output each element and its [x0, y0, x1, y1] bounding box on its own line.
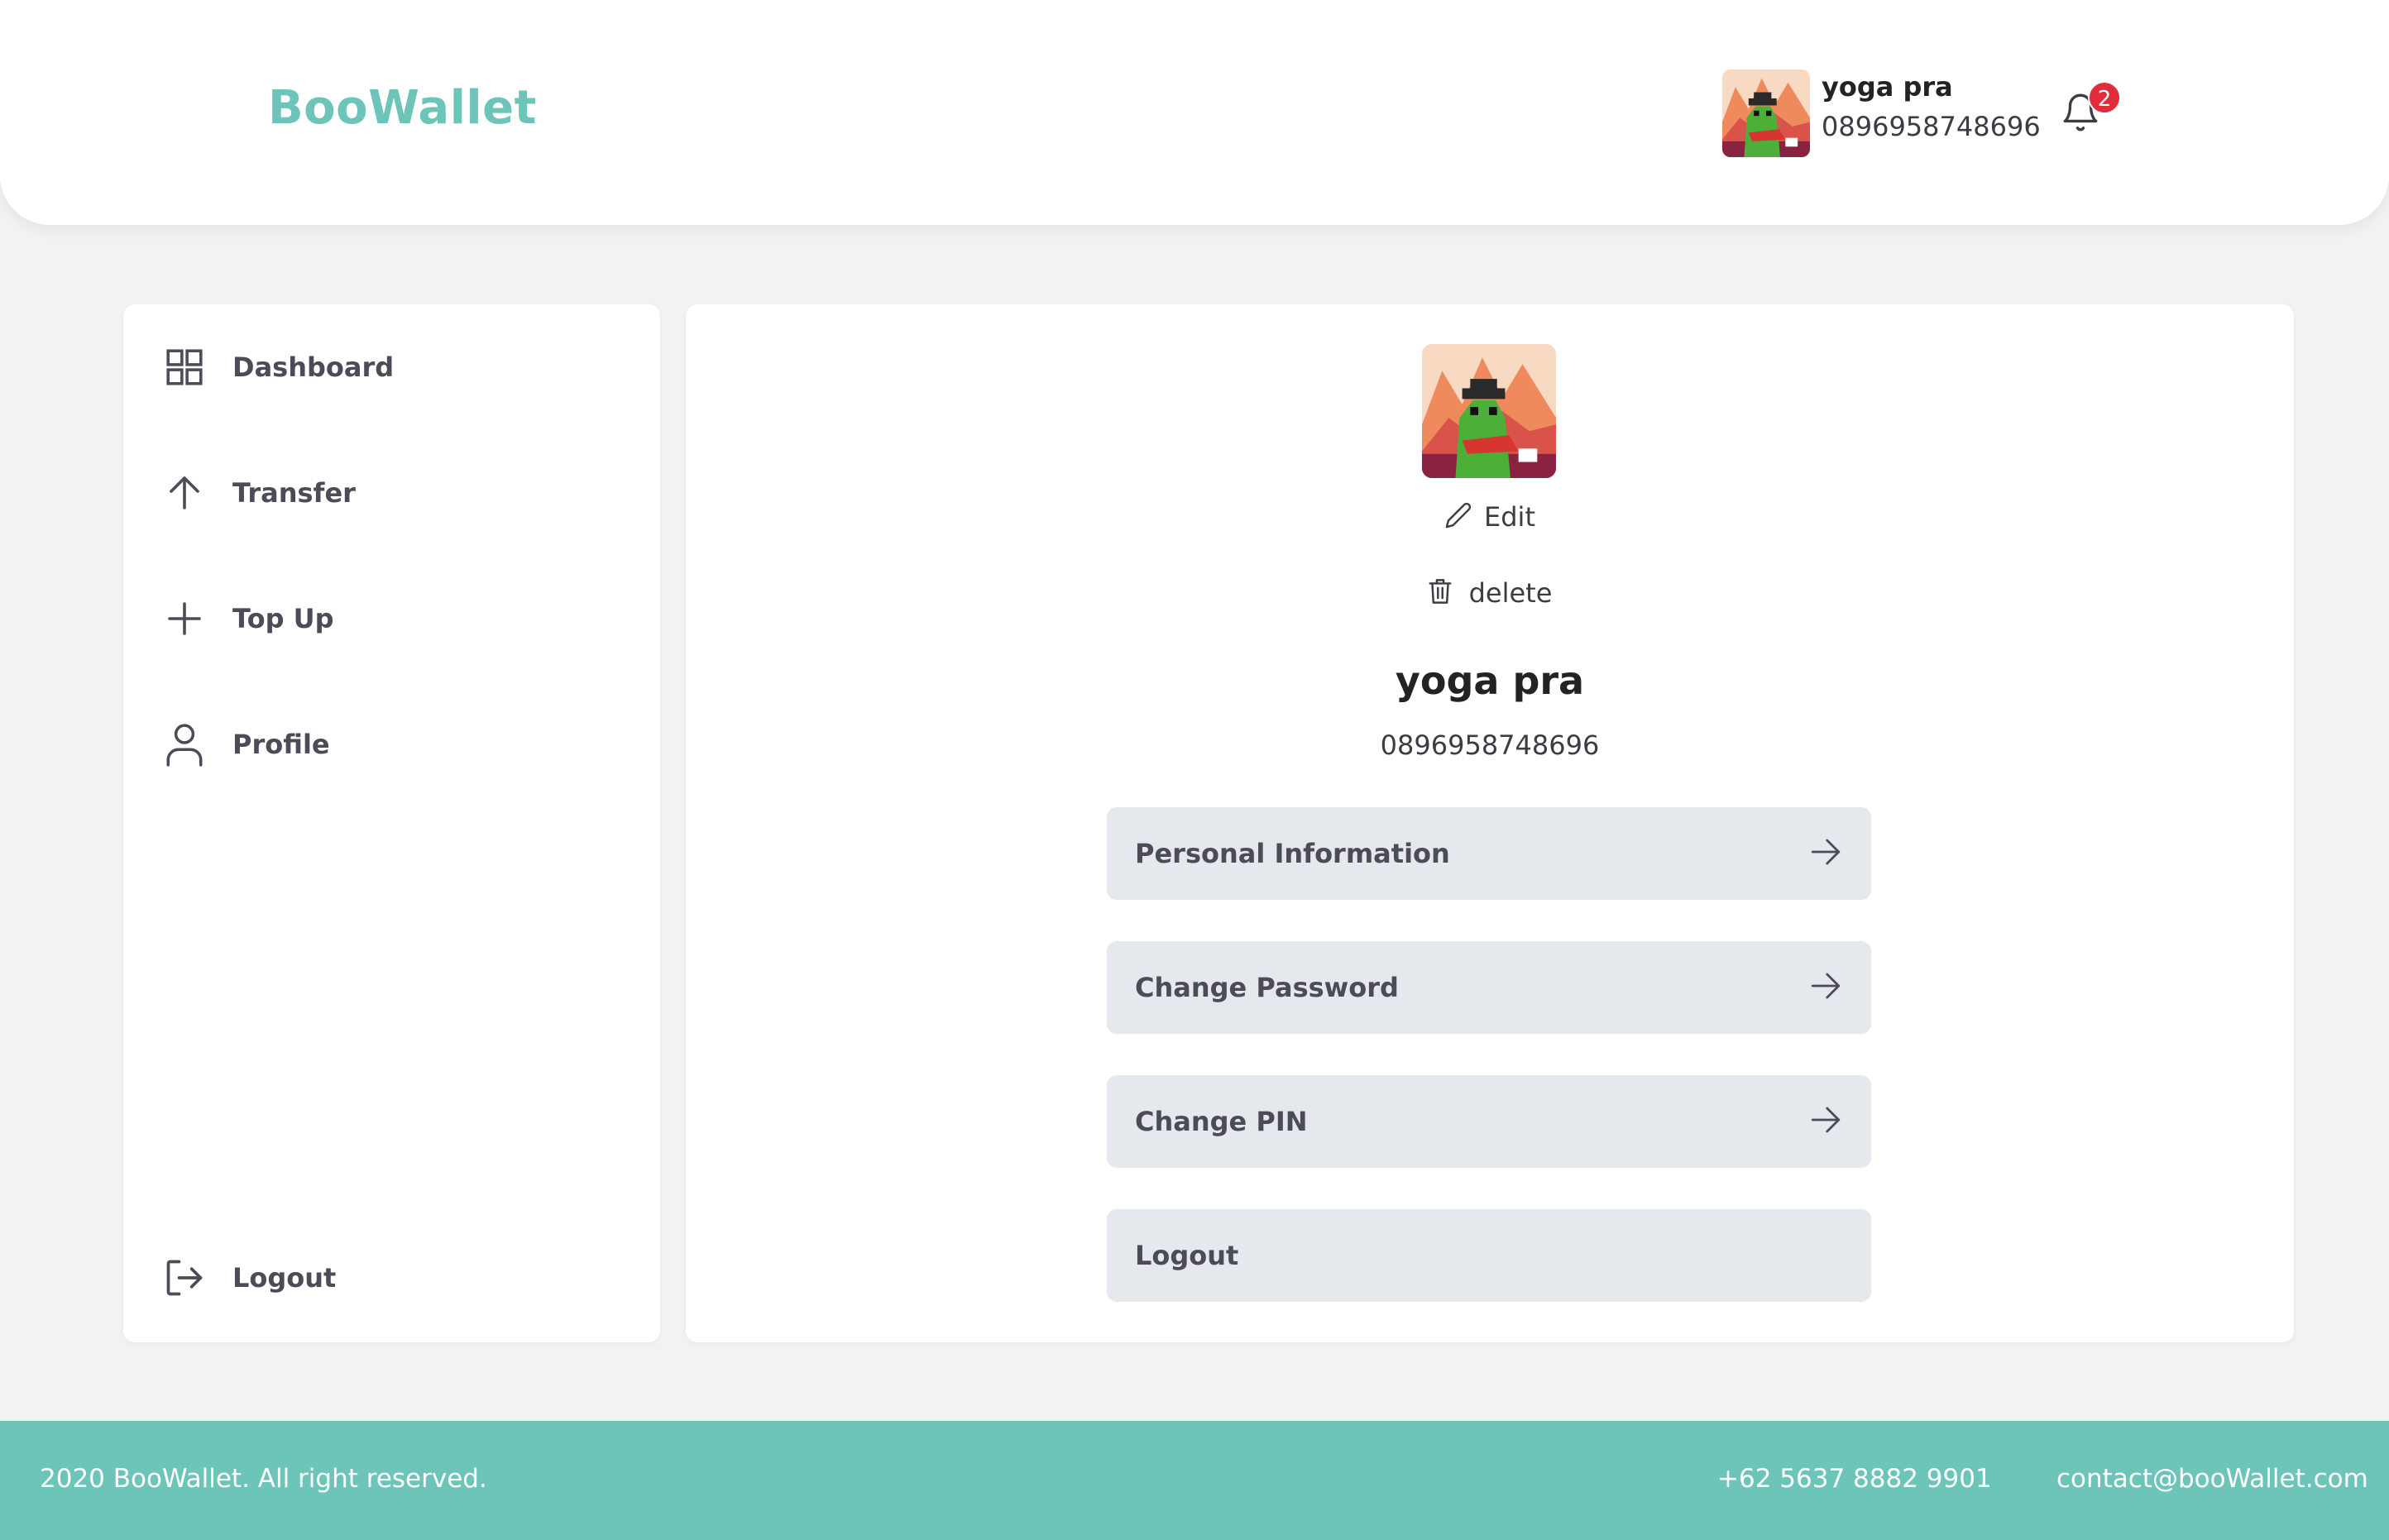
arrow-up-icon: [163, 471, 206, 514]
footer-copyright: 2020 BooWallet. All right reserved.: [40, 1464, 487, 1494]
profile-name: yoga pra: [1395, 658, 1585, 703]
change-pin-button[interactable]: Change PIN: [1107, 1075, 1871, 1168]
menu-label: Change PIN: [1135, 1106, 1308, 1137]
grid-icon: [163, 346, 206, 389]
edit-label: Edit: [1484, 501, 1535, 533]
profile-phone: 0896958748696: [1380, 729, 1600, 761]
sidebar-item-label: Transfer: [232, 477, 356, 509]
avatar-image: [1722, 69, 1810, 157]
sidebar-item-transfer[interactable]: Transfer: [163, 468, 626, 518]
pencil-icon: [1444, 501, 1472, 533]
edit-photo-button[interactable]: Edit: [686, 501, 2294, 533]
delete-label: delete: [1468, 577, 1553, 609]
change-password-button[interactable]: Change Password: [1107, 941, 1871, 1034]
avatar[interactable]: [1722, 69, 1810, 157]
sidebar-item-label: Top Up: [232, 603, 334, 634]
menu-label: Logout: [1135, 1240, 1239, 1271]
personal-information-button[interactable]: Personal Information: [1107, 807, 1871, 900]
notification-badge: 2: [2088, 81, 2121, 114]
header-user-name: yoga pra: [1822, 71, 1953, 103]
sidebar-logout-label: Logout: [232, 1262, 337, 1294]
profile-image: [1422, 344, 1556, 478]
sidebar-item-profile[interactable]: Profile: [163, 720, 626, 769]
menu-label: Change Password: [1135, 972, 1399, 1003]
top-header: BooWallet yoga pra 0896958748696 2: [0, 0, 2389, 225]
footer-email[interactable]: contact@booWallet.com: [2056, 1464, 2368, 1494]
arrow-right-icon: [1808, 968, 1843, 1007]
user-icon: [163, 723, 206, 767]
footer: 2020 BooWallet. All right reserved. +62 …: [0, 1421, 2389, 1540]
sidebar-logout-button[interactable]: Logout: [163, 1253, 626, 1303]
trash-icon: [1428, 577, 1453, 609]
menu-label: Personal Information: [1135, 838, 1450, 869]
logout-button[interactable]: Logout: [1107, 1209, 1871, 1302]
sidebar-item-label: Dashboard: [232, 352, 395, 383]
header-user-phone: 0896958748696: [1822, 111, 2041, 142]
brand-logo[interactable]: BooWallet: [268, 81, 537, 135]
arrow-right-icon: [1808, 835, 1843, 873]
sidebar-item-top-up[interactable]: Top Up: [163, 594, 626, 643]
arrow-right-icon: [1808, 1102, 1843, 1141]
footer-phone: +62 5637 8882 9901: [1717, 1464, 1992, 1494]
profile-picture: [1422, 344, 1556, 478]
sidebar-item-dashboard[interactable]: Dashboard: [163, 342, 626, 392]
logout-icon: [163, 1256, 206, 1299]
profile-panel: Edit delete yoga pra 0896958748696 Perso…: [686, 304, 2294, 1342]
plus-icon: [163, 597, 206, 640]
sidebar-item-label: Profile: [232, 729, 330, 760]
sidebar: Dashboard Transfer Top Up Profile Logout: [123, 304, 660, 1342]
delete-photo-button[interactable]: delete: [686, 577, 2294, 609]
